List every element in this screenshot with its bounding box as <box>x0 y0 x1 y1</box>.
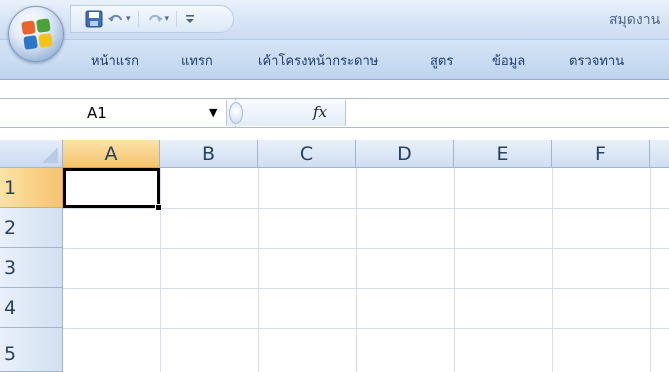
qat-separator <box>137 11 139 27</box>
column-header-a[interactable]: A <box>63 140 160 168</box>
redo-button[interactable]: ▾ <box>146 8 170 30</box>
tab-insert[interactable]: แทรก <box>181 50 213 71</box>
formula-bar: A1 ▼ fx <box>0 98 669 128</box>
qat-separator <box>176 11 178 27</box>
row-header-5[interactable]: 5 <box>0 328 63 372</box>
row-header-3[interactable]: 3 <box>0 248 63 288</box>
fill-handle[interactable] <box>155 204 162 211</box>
name-box-value: A1 <box>87 104 107 122</box>
quick-access-toolbar: ▾ ▾ <box>70 5 234 33</box>
undo-button[interactable]: ▾ <box>107 8 131 30</box>
gridline-horizontal <box>63 208 669 209</box>
insert-function-area: fx <box>226 100 346 126</box>
tab-home[interactable]: หน้าแรก <box>91 50 139 71</box>
tab-data[interactable]: ข้อมูล <box>492 50 525 71</box>
tab-review[interactable]: ตรวจทาน <box>569 50 624 71</box>
customize-dropdown-icon <box>186 15 195 23</box>
insert-function-button[interactable]: fx <box>313 103 327 121</box>
office-logo-icon <box>21 18 53 50</box>
column-header-f[interactable]: F <box>552 140 650 168</box>
gridline-horizontal <box>63 248 669 249</box>
redo-icon <box>148 14 163 22</box>
customize-qat-button[interactable] <box>184 8 196 30</box>
column-header-b[interactable]: B <box>160 140 258 168</box>
column-header-g-partial[interactable] <box>650 140 669 168</box>
worksheet-grid[interactable]: A B C D E F 1 2 3 4 5 <box>0 140 669 372</box>
active-cell-a1[interactable] <box>63 168 160 208</box>
row-header-1[interactable]: 1 <box>0 168 63 208</box>
formula-input[interactable] <box>347 100 667 126</box>
select-all-icon <box>42 147 58 163</box>
column-header-d[interactable]: D <box>356 140 454 168</box>
redo-dropdown-icon[interactable]: ▾ <box>165 14 170 24</box>
gridline-vertical <box>454 168 455 372</box>
column-header-c[interactable]: C <box>258 140 356 168</box>
row-header-2[interactable]: 2 <box>0 208 63 248</box>
window-title: สมุดงาน <box>609 12 661 28</box>
column-header-e[interactable]: E <box>454 140 552 168</box>
title-bar: ▾ ▾ สมุดงาน <box>0 0 669 40</box>
name-box-dropdown-icon[interactable]: ▼ <box>209 106 217 119</box>
gridline-vertical <box>258 168 259 372</box>
grid-top-spacer <box>0 128 669 140</box>
row-header-4[interactable]: 4 <box>0 288 63 328</box>
gridline-vertical <box>356 168 357 372</box>
undo-icon <box>108 14 122 22</box>
gridline-vertical <box>552 168 553 372</box>
select-all-button[interactable] <box>0 140 63 168</box>
office-button[interactable] <box>8 6 64 62</box>
name-box[interactable]: A1 ▼ <box>0 99 236 127</box>
gridline-vertical <box>650 168 651 372</box>
formula-bar-resize-handle[interactable] <box>229 102 243 124</box>
ribbon-tabs: หน้าแรก แทรก เค้าโครงหน้ากระดาษ สูตร ข้อ… <box>0 40 669 80</box>
gridline-horizontal <box>63 328 669 329</box>
gridline-vertical <box>160 168 161 372</box>
save-icon <box>85 10 103 28</box>
gridline-horizontal <box>63 288 669 289</box>
tab-page-layout[interactable]: เค้าโครงหน้ากระดาษ <box>258 50 378 71</box>
undo-dropdown-icon[interactable]: ▾ <box>126 14 131 24</box>
tab-formulas[interactable]: สูตร <box>430 50 453 71</box>
save-button[interactable] <box>85 8 103 30</box>
